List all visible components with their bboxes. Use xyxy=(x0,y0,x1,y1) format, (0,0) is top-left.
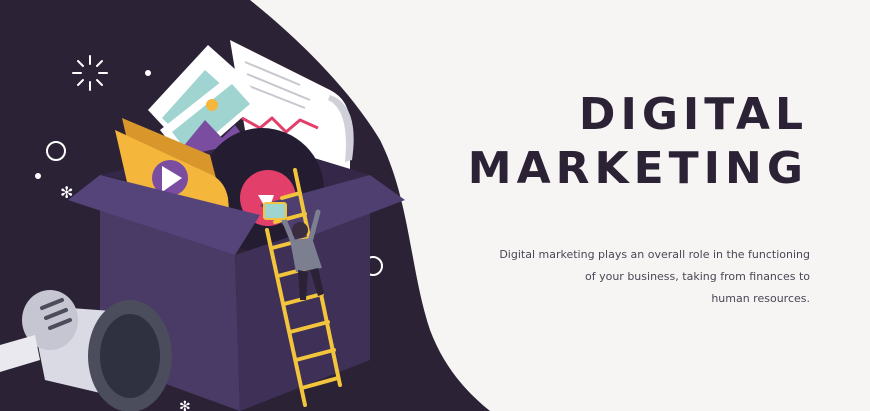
title-line-2: MARKETING xyxy=(467,143,808,194)
description: Digital marketing plays an overall role … xyxy=(490,244,810,310)
hero-illustration: ✻ ✻ xyxy=(0,0,490,411)
small-dot xyxy=(145,70,151,76)
small-dot xyxy=(35,173,41,179)
page-title: DIGITAL MARKETING xyxy=(468,88,808,196)
description-line-1: Digital marketing plays an overall role … xyxy=(499,248,810,261)
digital-marketing-banner: ✻ ✻ DIGITAL MARKETING Digital marketing … xyxy=(0,0,870,411)
title-line-1: DIGITAL xyxy=(578,89,808,140)
description-line-2: of your business, taking from finances t… xyxy=(585,270,810,283)
description-line-3: human resources. xyxy=(711,292,810,305)
asterisk-icon: ✻ xyxy=(179,399,191,411)
